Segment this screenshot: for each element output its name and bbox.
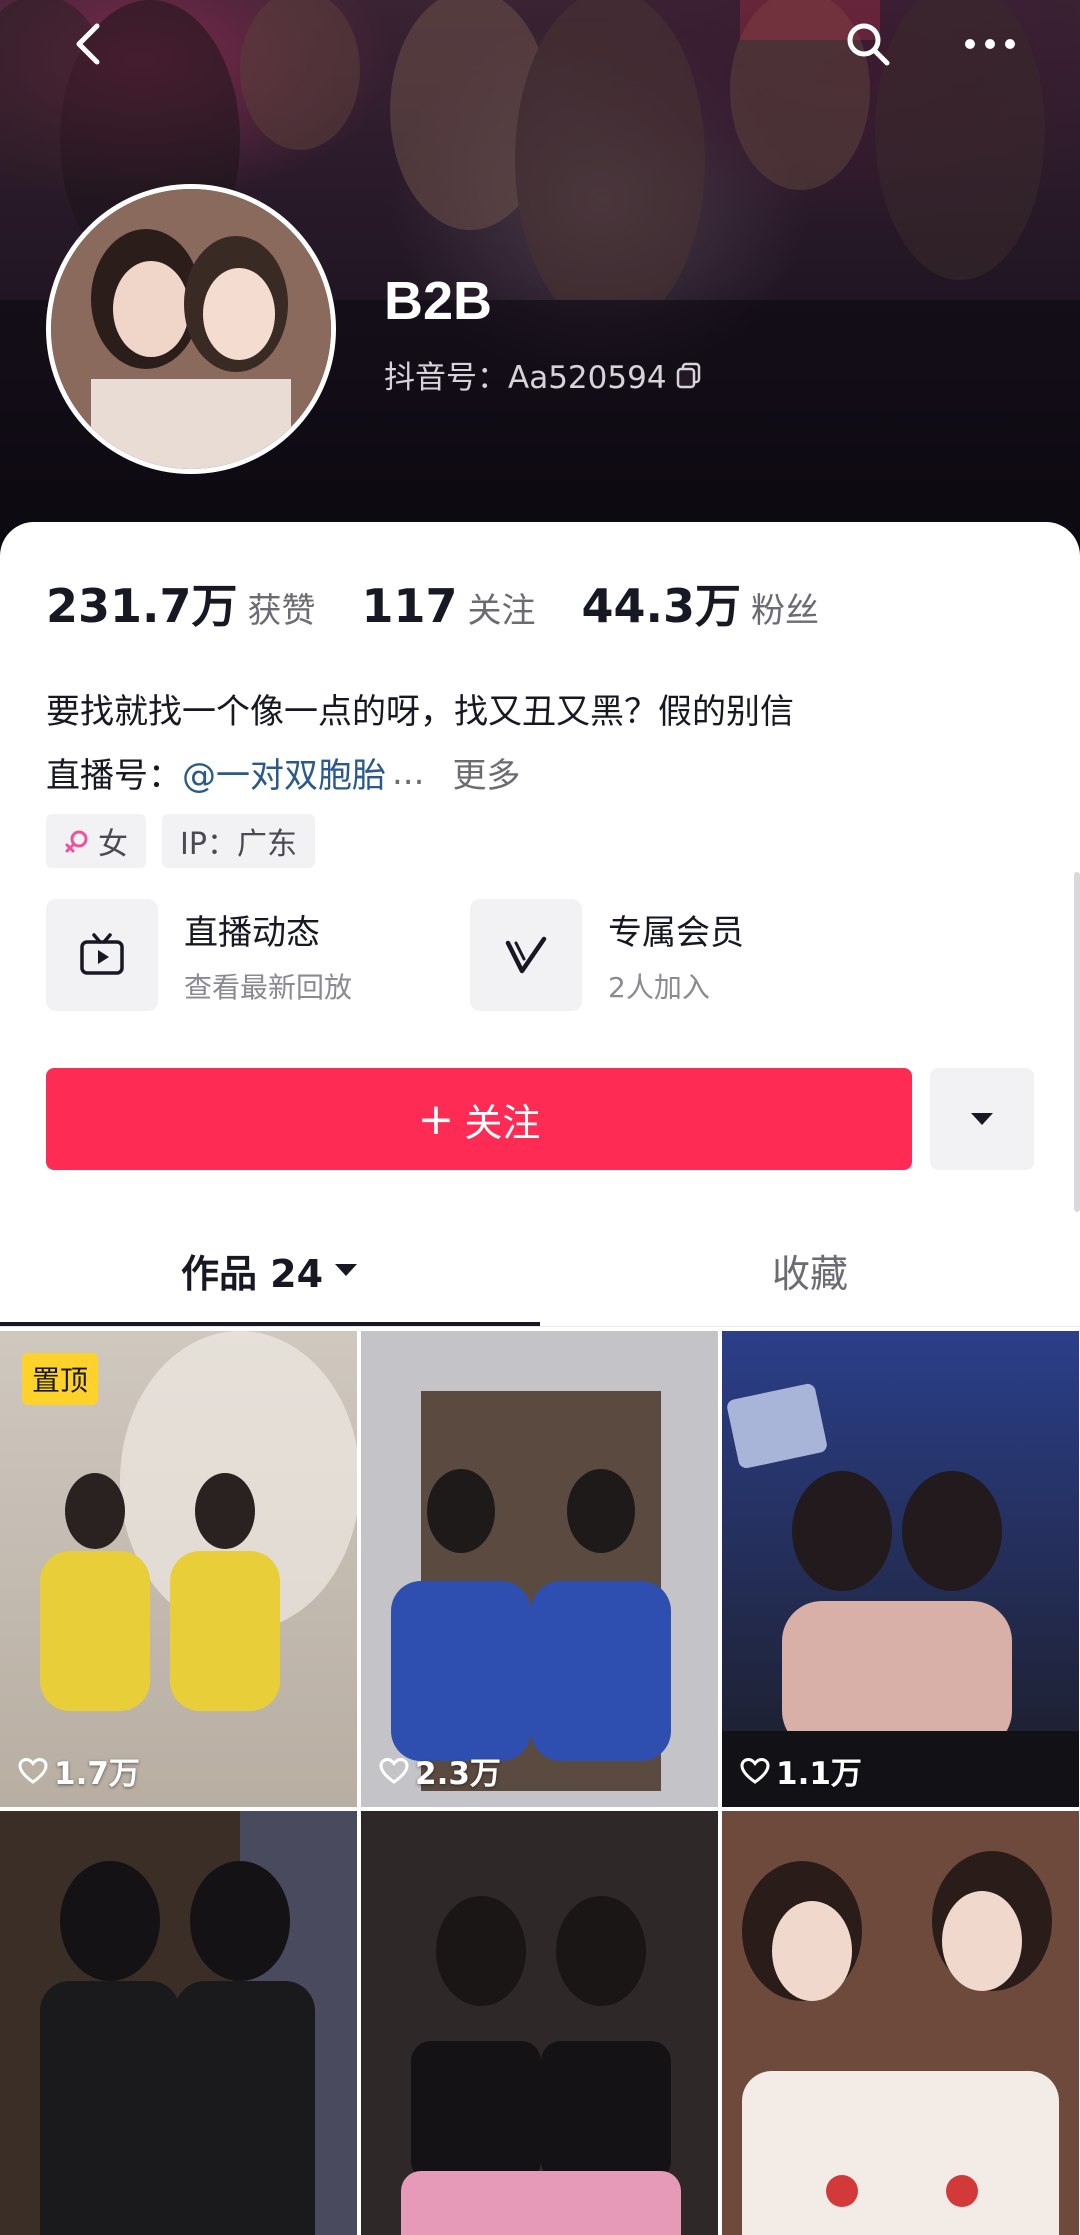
video-grid: 置顶 1.7万 2.3万 1.1万 — [0, 1331, 1080, 2235]
video-thumbnail — [722, 1331, 1079, 1807]
stat-likes-value: 231.7万 — [46, 579, 238, 633]
stat-following-value: 117 — [361, 579, 458, 633]
video-tile[interactable]: 2.3万 — [361, 1331, 718, 1807]
stat-following[interactable]: 117 关注 — [362, 579, 536, 633]
membership-entry[interactable]: 专属会员 2人加入 — [470, 898, 744, 1012]
tab-divider — [0, 1326, 1080, 1327]
caret-down-icon — [335, 1264, 358, 1276]
v-badge-icon — [505, 936, 547, 974]
gender-label: 女 — [98, 827, 128, 862]
bio-more-link[interactable]: 更多 — [452, 748, 520, 797]
live-updates-text: 直播动态 查看最新回放 — [184, 905, 352, 1006]
chevron-left-icon — [76, 23, 100, 65]
video-thumbnail — [722, 1811, 1079, 2235]
stat-followers-value: 44.3万 — [581, 579, 742, 633]
plus-icon: + — [417, 1093, 455, 1145]
avatar-image — [51, 189, 331, 469]
tv-play-icon-box — [46, 899, 158, 1011]
stat-followers-label: 粉丝 — [751, 591, 820, 631]
stat-likes-label: 获赞 — [247, 591, 316, 631]
stat-followers[interactable]: 44.3万 粉丝 — [582, 570, 820, 636]
more-dots-icon — [965, 39, 1015, 49]
feature-entries: 直播动态 查看最新回放 专属会员 2人加入 — [46, 898, 1036, 1012]
stat-following-label: 关注 — [467, 591, 536, 631]
membership-subtitle: 2人加入 — [608, 970, 710, 1004]
live-mention-link[interactable]: @一对双胞胎 — [182, 748, 386, 797]
live-updates-entry[interactable]: 直播动态 查看最新回放 — [46, 898, 352, 1012]
video-thumbnail — [0, 1811, 357, 2235]
follow-label: 关注 — [464, 1100, 541, 1145]
scrollbar[interactable] — [1074, 872, 1080, 1212]
membership-text: 专属会员 2人加入 — [608, 905, 744, 1006]
caret-down-icon — [971, 1113, 993, 1125]
profile-handle: 抖音号：Aa520594 — [384, 360, 667, 396]
heart-icon — [18, 1757, 48, 1784]
search-button[interactable] — [838, 14, 898, 74]
recommend-dropdown-button[interactable] — [930, 1068, 1034, 1170]
video-likes-count: 2.3万 — [415, 1756, 501, 1792]
video-likes-count: 1.1万 — [776, 1756, 862, 1792]
heart-icon — [379, 1757, 409, 1784]
video-likes: 2.3万 — [379, 1748, 501, 1793]
ip-tag: IP：广东 — [162, 814, 315, 868]
profile-tags: 女 IP：广东 — [46, 814, 315, 868]
profile-banner: B2B 抖音号：Aa520594 — [0, 0, 1080, 560]
video-tile[interactable] — [722, 1811, 1079, 2235]
video-likes: 1.1万 — [740, 1748, 862, 1793]
female-icon — [65, 830, 88, 853]
bio-ellipsis: ... — [392, 752, 425, 793]
back-button[interactable] — [58, 14, 118, 74]
copy-icon[interactable] — [675, 361, 703, 389]
profile-username: B2B — [384, 271, 493, 331]
video-tile[interactable] — [361, 1811, 718, 2235]
video-likes-count: 1.7万 — [54, 1756, 140, 1792]
video-tile[interactable]: 置顶 1.7万 — [0, 1331, 357, 1807]
tab-works-label: 作品 24 — [180, 1251, 324, 1296]
video-thumbnail — [361, 1331, 718, 1807]
more-options-button[interactable] — [960, 14, 1020, 74]
profile-tabs: 作品 24 收藏 — [0, 1214, 1080, 1326]
profile-page: B2B 抖音号：Aa520594 231.7万 获赞 117 关注 44.3万 … — [0, 0, 1080, 2235]
follow-button[interactable]: + 关注 — [46, 1068, 912, 1170]
stats-row: 231.7万 获赞 117 关注 44.3万 粉丝 — [46, 570, 865, 636]
bio-text: 要找就找一个像一点的呀，找又丑又黑？假的别信 — [46, 692, 794, 732]
pinned-badge: 置顶 — [22, 1353, 99, 1405]
stat-likes[interactable]: 231.7万 获赞 — [46, 570, 316, 636]
live-updates-title: 直播动态 — [184, 912, 320, 953]
avatar[interactable] — [46, 184, 336, 474]
gender-tag: 女 — [46, 814, 146, 868]
live-prefix: 直播号： — [46, 756, 182, 796]
search-icon — [847, 23, 890, 66]
ip-label: IP：广东 — [180, 827, 297, 862]
membership-title: 专属会员 — [608, 912, 744, 953]
video-tile[interactable] — [0, 1811, 357, 2235]
video-thumbnail — [361, 1811, 718, 2235]
v-badge-icon-box — [470, 899, 582, 1011]
tv-play-icon — [80, 933, 124, 975]
video-tile[interactable]: 1.1万 — [722, 1331, 1079, 1807]
tab-works[interactable]: 作品 24 — [0, 1214, 540, 1326]
video-likes: 1.7万 — [18, 1748, 140, 1793]
tab-favorites[interactable]: 收藏 — [540, 1214, 1080, 1326]
profile-handle-row: 抖音号：Aa520594 — [384, 352, 703, 397]
heart-icon — [740, 1757, 770, 1784]
tab-favorites-label: 收藏 — [771, 1251, 848, 1296]
live-account-line: 直播号： @一对双胞胎 ... 更多 — [46, 748, 520, 797]
live-updates-subtitle: 查看最新回放 — [184, 970, 353, 1004]
